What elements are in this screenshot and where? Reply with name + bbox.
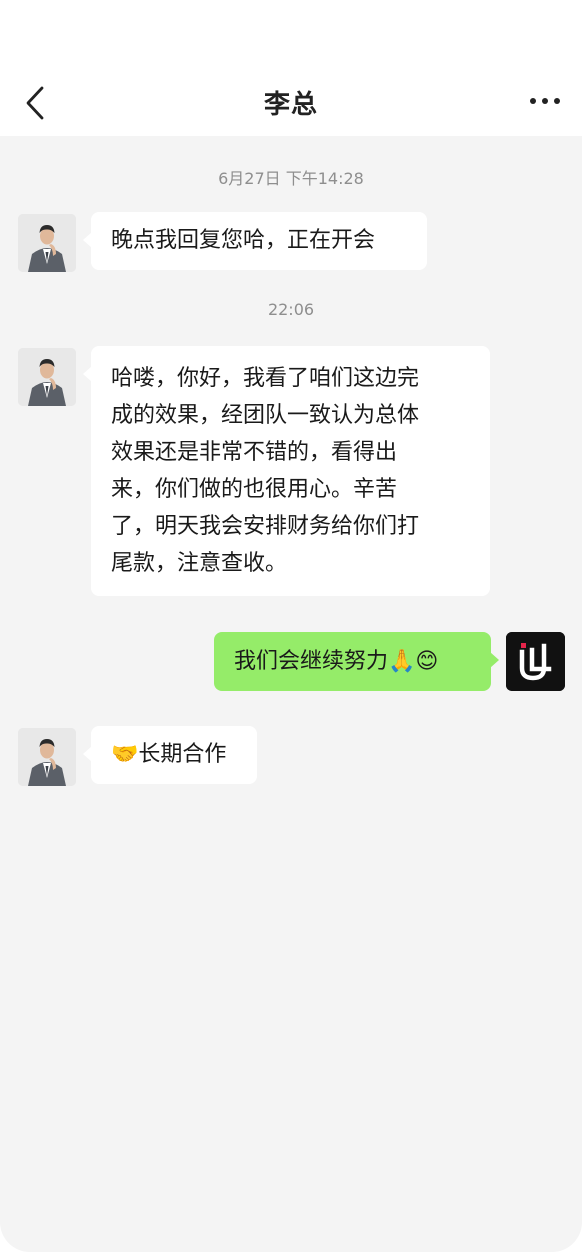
message-timestamp: 22:06: [267, 300, 315, 319]
brand-logo-icon: [506, 632, 565, 691]
person-avatar-icon: [18, 728, 76, 786]
chat-title: 李总: [263, 90, 318, 120]
contact-avatar[interactable]: [18, 348, 76, 406]
contact-avatar[interactable]: [18, 728, 76, 786]
person-avatar-icon: [18, 214, 76, 272]
message-line: 哈喽，你好，我看了咱们这边完: [111, 366, 420, 391]
more-dot: [530, 98, 536, 104]
incoming-message[interactable]: 哈喽，你好，我看了咱们这边完 成的效果，经团队一致认为总体 效果还是非常不错的，…: [83, 346, 490, 596]
more-dot: [542, 98, 548, 104]
more-dot: [554, 98, 560, 104]
message-line: 效果还是非常不错的，看得出: [111, 440, 398, 465]
message-line: 了，明天我会安排财务给你们打: [111, 514, 420, 539]
message-line: 来，你们做的也很用心。辛苦: [111, 477, 398, 502]
person-avatar-icon: [18, 348, 76, 406]
incoming-message[interactable]: 晚点我回复您哈，正在开会: [83, 212, 427, 270]
outgoing-message[interactable]: 我们会继续努力🙏😊: [214, 632, 499, 691]
more-button[interactable]: [530, 98, 564, 108]
message-line: 尾款，注意查收。: [111, 551, 288, 576]
chat-header: 李总: [0, 0, 582, 136]
my-avatar[interactable]: [506, 632, 565, 691]
incoming-message[interactable]: 🤝长期合作: [83, 726, 257, 784]
message-line: 成的效果，经团队一致认为总体: [111, 403, 420, 428]
message-timestamp: 6月27日 下午14:28: [218, 169, 364, 188]
contact-avatar[interactable]: [18, 214, 76, 272]
chat-screen: 李总 6月27日 下午14:28 晚点我回复您哈，正在开会 22:06 哈喽，你…: [0, 0, 582, 1252]
